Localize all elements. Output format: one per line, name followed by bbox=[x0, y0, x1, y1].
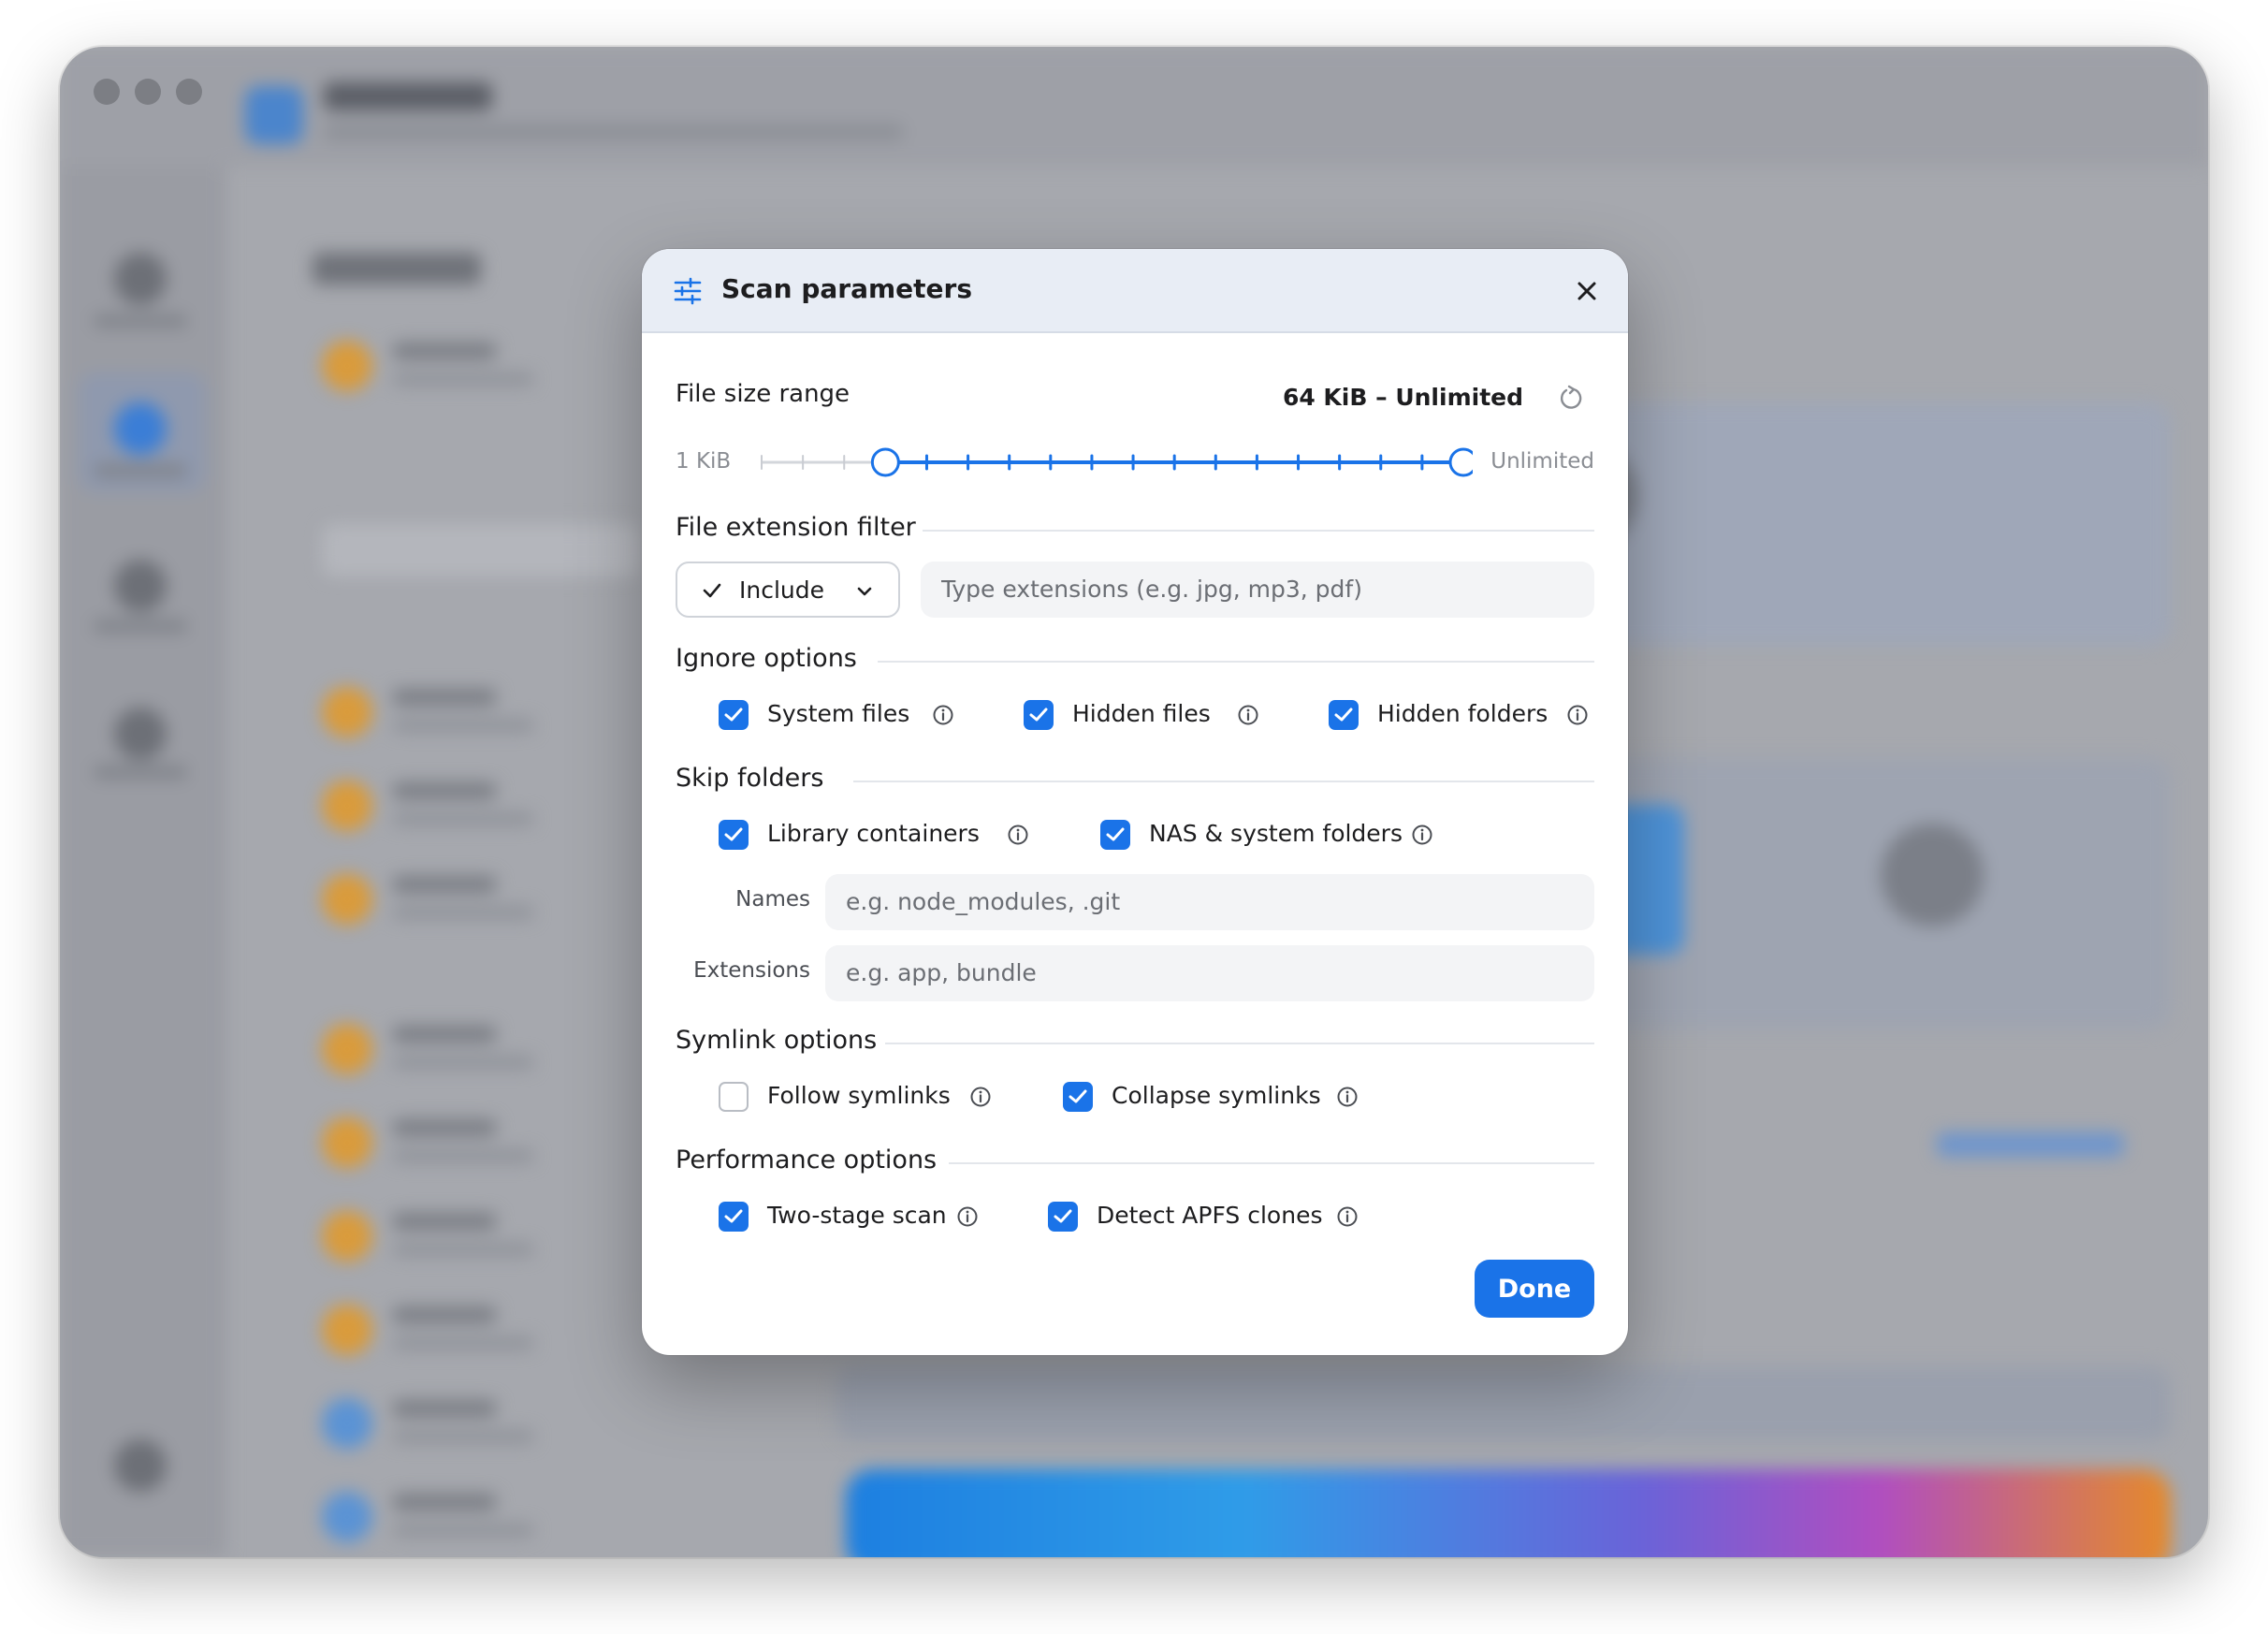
size-max-label: Unlimited bbox=[1490, 449, 1594, 474]
dialog-header: Scan parameters bbox=[642, 249, 1628, 333]
info-icon[interactable] bbox=[1411, 824, 1433, 846]
reset-range-button[interactable] bbox=[1555, 382, 1587, 414]
skip-extensions-label: Extensions bbox=[693, 958, 810, 983]
system-files-checkbox[interactable] bbox=[719, 700, 749, 730]
chevron-down-icon bbox=[857, 587, 872, 596]
section-divider bbox=[885, 1043, 1594, 1044]
info-icon[interactable] bbox=[932, 704, 954, 726]
extension-filter-title: File extension filter bbox=[676, 513, 916, 542]
detect-apfs-clones-label: Detect APFS clones bbox=[1097, 1202, 1323, 1229]
section-divider bbox=[923, 530, 1594, 532]
minimize-window-button[interactable] bbox=[135, 79, 161, 105]
done-button[interactable]: Done bbox=[1475, 1260, 1594, 1318]
info-icon[interactable] bbox=[1007, 824, 1029, 846]
slider-max-handle[interactable] bbox=[1448, 447, 1473, 477]
close-icon bbox=[1577, 282, 1596, 300]
skip-folders-title: Skip folders bbox=[676, 764, 824, 793]
nas-system-folders-label: NAS & system folders bbox=[1149, 820, 1403, 847]
two-stage-scan-label: Two-stage scan bbox=[767, 1202, 947, 1229]
info-icon[interactable] bbox=[1336, 1086, 1359, 1108]
skip-extensions-input[interactable] bbox=[825, 945, 1594, 1001]
info-icon[interactable] bbox=[969, 1086, 992, 1108]
close-window-button[interactable] bbox=[94, 79, 120, 105]
section-divider bbox=[949, 1162, 1594, 1164]
checkmark-icon bbox=[703, 583, 721, 598]
checkmark-icon bbox=[724, 708, 743, 722]
symlink-options-title: Symlink options bbox=[676, 1026, 878, 1055]
file-size-slider[interactable] bbox=[752, 442, 1473, 483]
filter-mode-value: Include bbox=[739, 576, 825, 604]
detect-apfs-clones-checkbox[interactable] bbox=[1048, 1202, 1078, 1232]
checkmark-icon bbox=[1334, 708, 1353, 722]
info-icon[interactable] bbox=[1336, 1205, 1359, 1228]
close-button[interactable] bbox=[1568, 272, 1606, 310]
skip-names-label: Names bbox=[735, 887, 810, 912]
info-icon[interactable] bbox=[1237, 704, 1259, 726]
checkmark-icon bbox=[1054, 1209, 1072, 1223]
performance-options-title: Performance options bbox=[676, 1145, 938, 1174]
filter-mode-dropdown[interactable]: Include bbox=[676, 562, 900, 618]
nas-system-folders-checkbox[interactable] bbox=[1100, 820, 1130, 850]
hidden-files-label: Hidden files bbox=[1072, 700, 1211, 727]
ignore-options-title: Ignore options bbox=[676, 644, 857, 673]
hidden-folders-checkbox[interactable] bbox=[1329, 700, 1359, 730]
checkmark-icon bbox=[1029, 708, 1048, 722]
skip-names-input[interactable] bbox=[825, 874, 1594, 930]
collapse-symlinks-checkbox[interactable] bbox=[1063, 1082, 1093, 1112]
library-containers-label: Library containers bbox=[767, 820, 980, 847]
scan-parameters-dialog: Scan parameters File size range 64 KiB –… bbox=[642, 249, 1628, 1355]
slider-min-handle[interactable] bbox=[870, 447, 900, 477]
zoom-window-button[interactable] bbox=[176, 79, 202, 105]
info-icon[interactable] bbox=[1566, 704, 1589, 726]
reset-icon bbox=[1560, 385, 1582, 409]
checkmark-icon bbox=[724, 827, 743, 841]
sliders-icon bbox=[674, 277, 702, 305]
hidden-folders-label: Hidden folders bbox=[1377, 700, 1548, 727]
section-divider bbox=[878, 661, 1594, 663]
checkmark-icon bbox=[1069, 1089, 1087, 1103]
section-divider bbox=[853, 781, 1594, 782]
collapse-symlinks-label: Collapse symlinks bbox=[1112, 1082, 1321, 1109]
checkmark-icon bbox=[724, 1209, 743, 1223]
follow-symlinks-checkbox[interactable] bbox=[719, 1082, 749, 1112]
extensions-input[interactable] bbox=[921, 562, 1594, 618]
file-size-range-value: 64 KiB – Unlimited bbox=[1282, 384, 1523, 411]
size-min-label: 1 KiB bbox=[676, 449, 732, 474]
follow-symlinks-label: Follow symlinks bbox=[767, 1082, 951, 1109]
checkmark-icon bbox=[1106, 827, 1125, 841]
file-size-range-label: File size range bbox=[676, 380, 850, 408]
system-files-label: System files bbox=[767, 700, 910, 727]
hidden-files-checkbox[interactable] bbox=[1024, 700, 1054, 730]
info-icon[interactable] bbox=[956, 1205, 979, 1228]
two-stage-scan-checkbox[interactable] bbox=[719, 1202, 749, 1232]
library-containers-checkbox[interactable] bbox=[719, 820, 749, 850]
dialog-title: Scan parameters bbox=[721, 273, 972, 304]
window-controls bbox=[94, 79, 202, 105]
